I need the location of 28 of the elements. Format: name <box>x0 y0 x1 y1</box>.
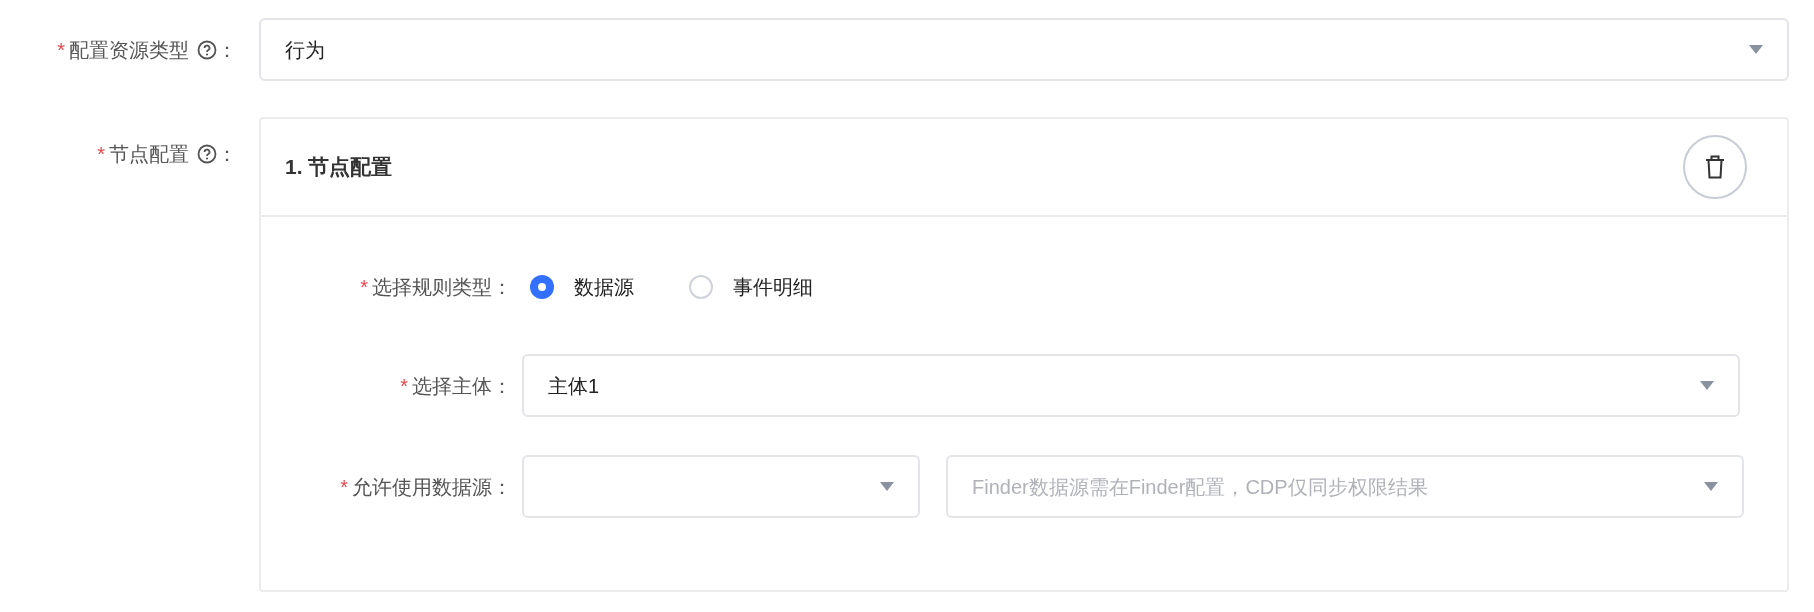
radio-button[interactable] <box>689 275 713 299</box>
radio-label: 事件明细 <box>733 275 813 300</box>
field-label: 节点配置 <box>109 142 189 167</box>
field-label: 配置资源类型 <box>69 37 189 63</box>
required-mark: * <box>97 142 105 167</box>
label-colon: ： <box>217 142 237 167</box>
caret-icon <box>1704 482 1718 491</box>
radio-button[interactable] <box>530 275 554 299</box>
label-colon: ： <box>492 373 512 399</box>
required-mark: * <box>340 474 348 500</box>
node-title: 1. 节点配置 <box>285 154 393 181</box>
required-mark: * <box>360 275 368 300</box>
field-label: 选择规则类型 <box>372 275 492 300</box>
required-mark: * <box>57 37 65 63</box>
label-colon: ： <box>217 37 237 63</box>
caret-icon <box>1749 45 1763 54</box>
select-field[interactable]: 主体1 <box>522 354 1740 417</box>
caret-icon <box>1700 381 1714 390</box>
field-label: 允许使用数据源 <box>352 474 492 500</box>
required-mark: * <box>400 373 408 399</box>
select-field[interactable] <box>522 455 920 518</box>
label-colon: ： <box>492 275 512 300</box>
radio-label: 数据源 <box>574 275 634 300</box>
field-label: 选择主体 <box>412 373 492 399</box>
caret-icon <box>880 482 894 491</box>
select-field[interactable]: 行为 <box>259 18 1789 81</box>
label-colon: ： <box>492 474 512 500</box>
trash-icon <box>1705 155 1725 179</box>
